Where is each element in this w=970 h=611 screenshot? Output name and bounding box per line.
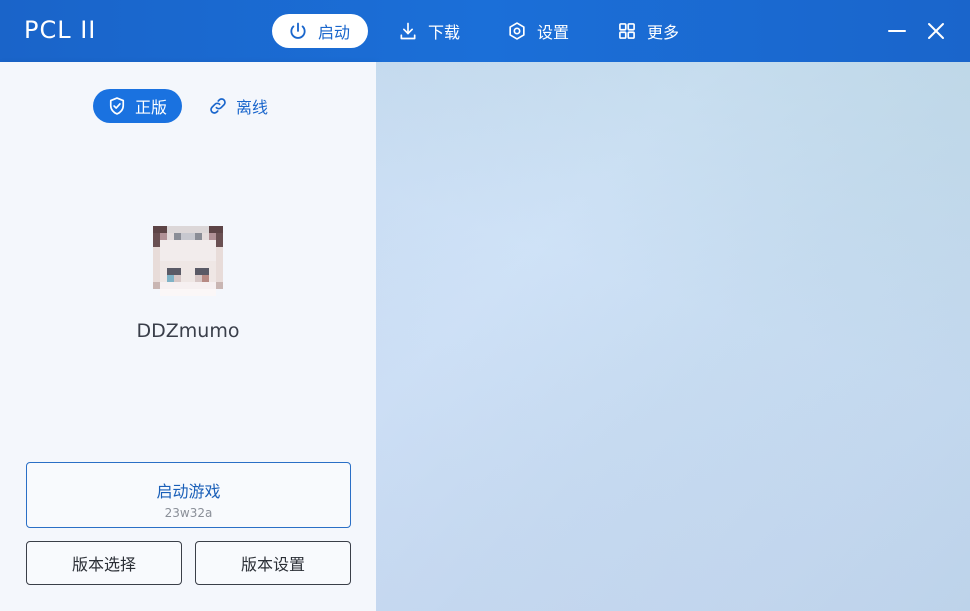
avatar[interactable]	[153, 226, 223, 296]
account-panel: 正版 离线 DDZmumo 启动游戏 23w32a 版本选择 版本设置	[0, 62, 376, 611]
tab-launch-label: 启动	[318, 23, 351, 42]
launch-game-label: 启动游戏	[156, 482, 221, 501]
version-settings-button[interactable]: 版本设置	[195, 541, 351, 585]
minimize-button[interactable]	[884, 18, 910, 44]
close-icon	[928, 23, 944, 39]
tab-settings-label: 设置	[537, 23, 570, 42]
tab-settings[interactable]: 设置	[491, 14, 585, 48]
tab-offline-label: 离线	[236, 98, 269, 117]
content-area	[376, 62, 970, 611]
title-bar: PCL II 启动 下载 设置 更多	[0, 0, 970, 62]
tab-launch[interactable]: 启动	[272, 14, 368, 48]
link-icon	[210, 98, 226, 114]
grid-icon	[619, 23, 635, 39]
launch-game-button[interactable]: 启动游戏 23w32a	[26, 462, 351, 528]
app-window: PCL II 启动 下载 设置 更多 正版 离线 DDZmumo 启动游戏 23…	[0, 0, 970, 611]
minimize-icon	[888, 30, 906, 32]
version-select-button[interactable]: 版本选择	[26, 541, 182, 585]
shield-check-icon	[109, 97, 125, 115]
tab-official[interactable]: 正版	[93, 89, 182, 123]
tab-more-label: 更多	[647, 23, 680, 42]
tab-offline[interactable]: 离线	[194, 89, 282, 123]
settings-icon	[509, 22, 525, 40]
tab-more[interactable]: 更多	[601, 14, 695, 48]
launch-version-label: 23w32a	[164, 506, 213, 520]
tab-download[interactable]: 下载	[382, 14, 476, 48]
close-button[interactable]	[923, 18, 949, 44]
download-icon	[400, 22, 416, 40]
power-icon	[290, 22, 306, 39]
app-title: PCL II	[24, 16, 97, 44]
tab-download-label: 下载	[428, 23, 461, 42]
username: DDZmumo	[136, 320, 240, 342]
tab-official-label: 正版	[135, 98, 168, 117]
